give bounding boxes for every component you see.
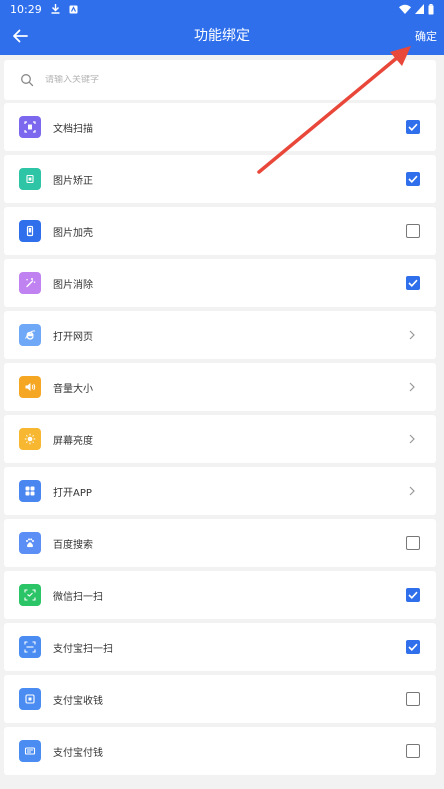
list-item-brightness[interactable]: 屏幕亮度 <box>4 415 436 463</box>
checkmark-icon <box>408 643 418 651</box>
item-label: 打开网页 <box>53 331 93 343</box>
list-item-wechat-scan[interactable]: 微信扫一扫 <box>4 571 436 619</box>
wechat-scan-icon <box>19 584 41 606</box>
item-checkbox[interactable] <box>406 744 420 758</box>
checkmark-icon <box>408 279 418 287</box>
app-header: 10:29 功能绑定 确定 <box>0 0 444 55</box>
brightness-icon <box>19 428 41 450</box>
list-item-baidu-search[interactable]: 百度搜索 <box>4 519 436 567</box>
battery-icon <box>428 3 434 14</box>
item-label: 图片矫正 <box>53 175 93 187</box>
search-icon <box>21 74 34 87</box>
arrow-left-icon <box>13 29 28 43</box>
function-list: 文档扫描 图片矫正 图片加壳 图片消除 打开网页 音量大小 屏幕亮度 打开APP… <box>4 103 436 779</box>
back-button[interactable] <box>8 24 32 48</box>
list-item-alipay-pay[interactable]: 支付宝付钱 <box>4 727 436 775</box>
item-checkbox[interactable] <box>406 120 420 134</box>
apps-grid-icon <box>19 480 41 502</box>
item-checkbox[interactable] <box>406 640 420 654</box>
wifi-icon <box>399 4 411 14</box>
search-bar[interactable] <box>4 60 436 100</box>
status-left: 10:29 <box>10 3 78 16</box>
status-bar: 10:29 <box>0 0 444 18</box>
item-checkbox[interactable] <box>406 172 420 186</box>
item-checkbox[interactable] <box>406 692 420 706</box>
item-label: 微信扫一扫 <box>53 591 103 603</box>
alipay-pay-icon <box>19 740 41 762</box>
status-time: 10:29 <box>10 2 42 16</box>
list-item-image-erase[interactable]: 图片消除 <box>4 259 436 307</box>
list-item-alipay-scan[interactable]: 支付宝扫一扫 <box>4 623 436 671</box>
phone-shell-icon <box>19 220 41 242</box>
list-item-document-scan[interactable]: 文档扫描 <box>4 103 436 151</box>
item-label: 图片加壳 <box>53 227 93 239</box>
confirm-button[interactable]: 确定 <box>415 18 437 55</box>
item-label: 文档扫描 <box>53 123 93 135</box>
alipay-scan-icon <box>19 636 41 658</box>
magic-wand-icon <box>19 272 41 294</box>
list-item-alipay-receive[interactable]: 支付宝收钱 <box>4 675 436 723</box>
list-item-open-webpage[interactable]: 打开网页 <box>4 311 436 359</box>
status-right <box>399 3 434 15</box>
chevron-right-icon[interactable] <box>408 328 416 342</box>
search-input[interactable] <box>45 75 405 85</box>
list-item-phone-shell[interactable]: 图片加壳 <box>4 207 436 255</box>
chevron-right-icon[interactable] <box>408 432 416 446</box>
item-label: 支付宝付钱 <box>53 747 103 759</box>
item-checkbox[interactable] <box>406 276 420 290</box>
item-label: 屏幕亮度 <box>53 435 93 447</box>
checkmark-icon <box>408 123 418 131</box>
item-label: 音量大小 <box>53 383 93 395</box>
item-checkbox[interactable] <box>406 536 420 550</box>
item-checkbox[interactable] <box>406 588 420 602</box>
baidu-icon <box>19 532 41 554</box>
list-item-open-app[interactable]: 打开APP <box>4 467 436 515</box>
list-item-image-correct[interactable]: 图片矫正 <box>4 155 436 203</box>
item-checkbox[interactable] <box>406 224 420 238</box>
browser-icon <box>19 324 41 346</box>
document-scan-icon <box>19 116 41 138</box>
download-icon <box>51 4 60 14</box>
volume-icon <box>19 376 41 398</box>
item-label: 支付宝扫一扫 <box>53 643 113 655</box>
item-label: 打开APP <box>53 487 92 499</box>
image-correct-icon <box>19 168 41 190</box>
page-title: 功能绑定 <box>194 28 250 44</box>
checkmark-icon <box>408 591 418 599</box>
chevron-right-icon[interactable] <box>408 380 416 394</box>
chevron-right-icon[interactable] <box>408 484 416 498</box>
notification-box-icon <box>69 5 78 13</box>
signal-icon <box>415 4 424 14</box>
list-item-volume[interactable]: 音量大小 <box>4 363 436 411</box>
item-label: 图片消除 <box>53 279 93 291</box>
toolbar: 功能绑定 确定 <box>0 18 444 55</box>
item-label: 支付宝收钱 <box>53 695 103 707</box>
alipay-receive-icon <box>19 688 41 710</box>
checkmark-icon <box>408 175 418 183</box>
item-label: 百度搜索 <box>53 539 93 551</box>
